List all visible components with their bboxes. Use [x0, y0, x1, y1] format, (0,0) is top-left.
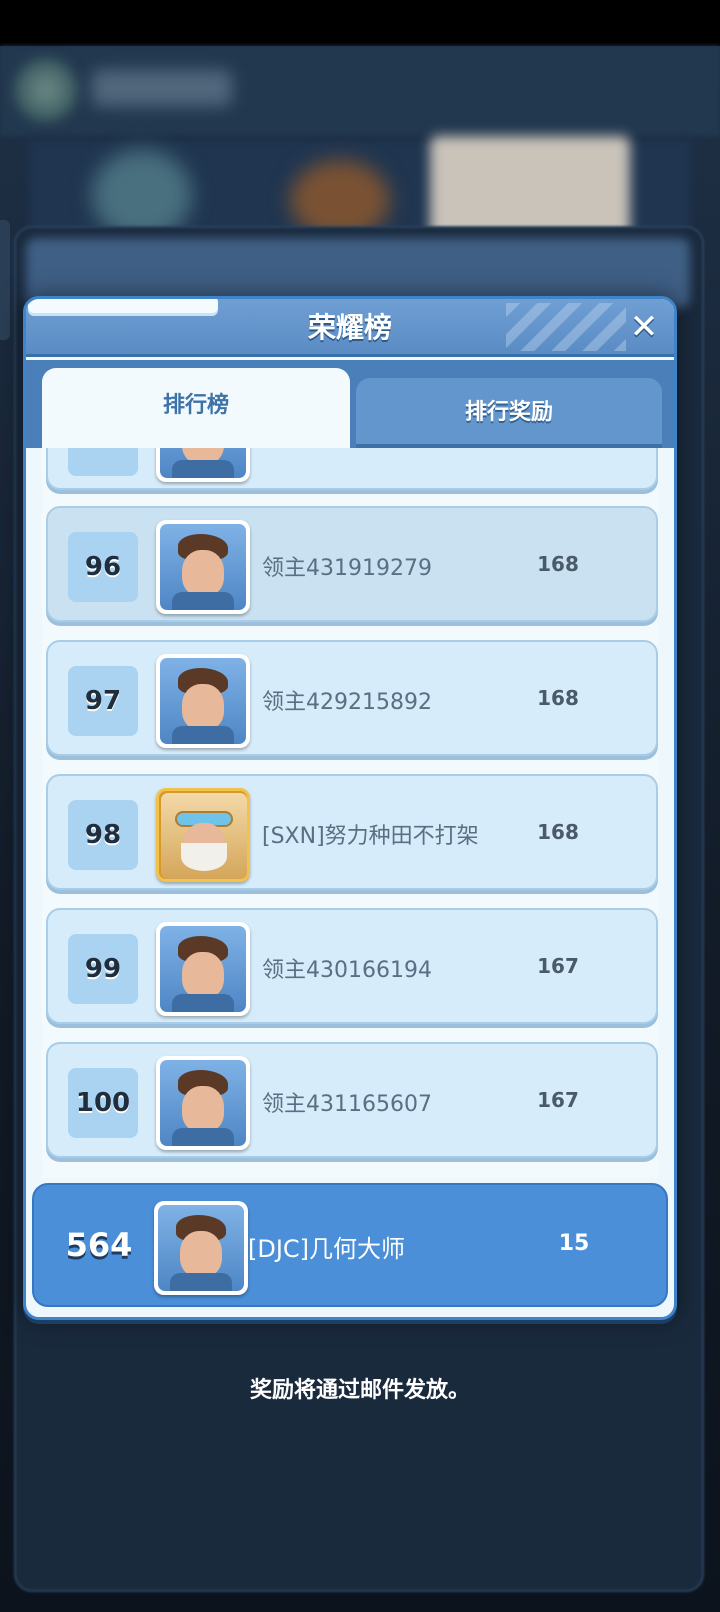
close-button[interactable]: ✕ — [624, 307, 664, 347]
player-name: 领主430166194 — [262, 958, 432, 983]
male-lord-portrait — [160, 658, 246, 744]
avatar[interactable] — [156, 520, 250, 614]
background-player-avatar — [14, 58, 78, 122]
tab-ranking[interactable]: 排行榜 — [42, 368, 350, 448]
avatar[interactable] — [156, 448, 250, 482]
player-name: [SXN]努力种田不打架 — [262, 824, 479, 849]
avatar[interactable] — [156, 1056, 250, 1150]
table-row — [46, 448, 658, 490]
background-player-name — [92, 70, 232, 106]
self-ranking-row[interactable]: 564 [DJC]几何大师 15 — [32, 1183, 668, 1307]
player-name: 领主429215892 — [262, 690, 432, 715]
avatar[interactable] — [156, 922, 250, 1016]
male-lord-portrait — [160, 448, 246, 478]
table-row[interactable]: 96 领主431919279 168 — [46, 506, 658, 622]
tab-bar: 排行榜 排行奖励 — [26, 360, 674, 448]
rank-number — [68, 448, 138, 476]
self-player-name: [DJC]几何大师 — [248, 1235, 406, 1263]
table-row[interactable]: 98 [SXN]努力种田不打架 168 — [46, 774, 658, 890]
avatar[interactable] — [154, 1201, 248, 1295]
player-score: 168 — [537, 552, 579, 576]
player-score: 167 — [537, 954, 579, 978]
table-row[interactable]: 100 领主431165607 167 — [46, 1042, 658, 1158]
player-name: 领主431165607 — [262, 1092, 432, 1117]
ranking-list[interactable]: 96 领主431919279 168 97 领主429215892 168 98 — [42, 448, 658, 1178]
male-lord-portrait — [158, 1205, 244, 1291]
table-row[interactable]: 97 领主429215892 168 — [46, 640, 658, 756]
rank-number: 98 — [68, 800, 138, 870]
close-icon: ✕ — [629, 307, 659, 347]
rank-number: 97 — [68, 666, 138, 736]
player-name: 领主431919279 — [262, 556, 432, 581]
rank-number: 96 — [68, 532, 138, 602]
table-row[interactable]: 99 领主430166194 167 — [46, 908, 658, 1024]
male-lord-portrait — [160, 926, 246, 1012]
status-bar — [0, 0, 720, 46]
player-score: 168 — [537, 820, 579, 844]
tab-ranking-rewards[interactable]: 排行奖励 — [356, 378, 662, 448]
self-rank-number: 564 — [65, 1226, 133, 1264]
rank-number: 99 — [68, 934, 138, 1004]
goggles-dwarf-portrait — [161, 793, 247, 879]
player-score: 168 — [537, 686, 579, 710]
male-lord-portrait — [160, 524, 246, 610]
dialog-title: 荣耀榜 — [307, 311, 392, 344]
avatar[interactable] — [156, 654, 250, 748]
background-side-tab — [0, 220, 10, 340]
self-player-score: 15 — [558, 1231, 590, 1256]
male-lord-portrait — [160, 1060, 246, 1146]
reward-mail-note: 奖励将通过邮件发放。 — [249, 1378, 470, 1403]
leaderboard-dialog: 荣耀榜 ✕ 排行榜 排行奖励 96 领主431919279 168 97 领主4… — [23, 296, 677, 1320]
avatar[interactable] — [156, 788, 250, 882]
rank-number: 100 — [68, 1068, 138, 1138]
player-score: 167 — [537, 1088, 579, 1112]
